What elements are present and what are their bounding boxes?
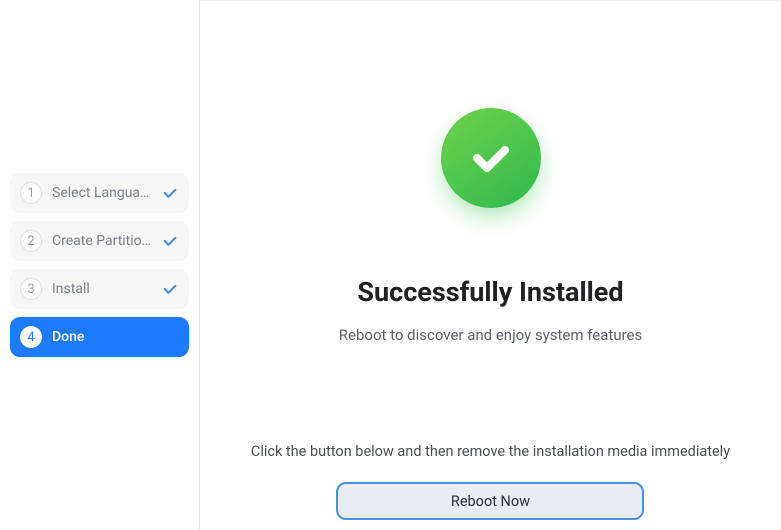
page-subtitle: Reboot to discover and enjoy system feat… (339, 326, 642, 344)
step-number: 3 (20, 278, 42, 300)
sidebar: 1 Select Language 2 Create Partitions 3 … (0, 0, 200, 530)
step-number: 4 (20, 326, 42, 348)
instruction-text: Click the button below and then remove t… (251, 443, 730, 460)
bottom-area: Click the button below and then remove t… (251, 443, 730, 530)
main-panel: Successfully Installed Reboot to discove… (200, 0, 781, 530)
check-icon (161, 232, 179, 250)
step-done: 4 Done (10, 317, 189, 357)
step-label: Install (52, 281, 155, 297)
step-number: 1 (20, 182, 42, 204)
step-select-language: 1 Select Language (10, 173, 189, 213)
step-install: 3 Install (10, 269, 189, 309)
step-label: Select Language (52, 185, 155, 201)
reboot-now-button[interactable]: Reboot Now (336, 482, 644, 520)
check-icon (161, 184, 179, 202)
success-check-icon (441, 108, 541, 208)
step-create-partitions: 2 Create Partitions (10, 221, 189, 261)
step-label: Create Partitions (52, 233, 155, 249)
step-label: Done (52, 329, 179, 345)
page-title: Successfully Installed (357, 276, 623, 308)
check-icon (161, 280, 179, 298)
top-divider (200, 0, 781, 1)
step-number: 2 (20, 230, 42, 252)
